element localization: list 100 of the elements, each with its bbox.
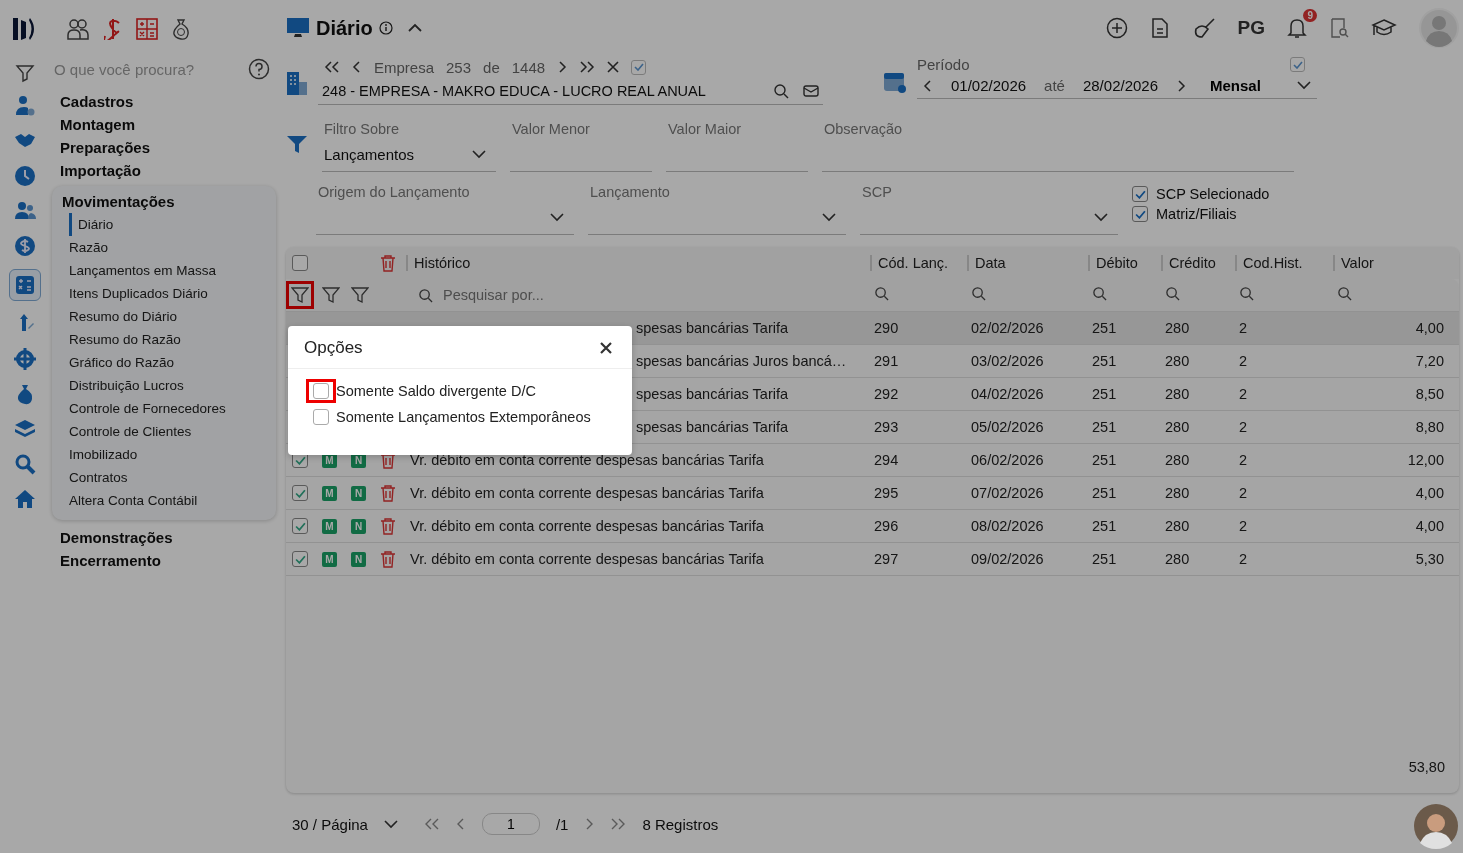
dollar-icon[interactable] (13, 234, 37, 258)
next-icon[interactable] (557, 61, 568, 73)
search-field[interactable]: O que você procura? (50, 58, 248, 80)
mail-icon[interactable] (803, 84, 819, 98)
chevron-down-icon[interactable] (822, 212, 836, 222)
filter-icon[interactable] (15, 63, 35, 83)
checkbox[interactable] (292, 551, 308, 567)
chevron-up-icon[interactable] (406, 23, 423, 33)
previous-icon[interactable] (923, 79, 933, 92)
gear-icon[interactable] (13, 347, 37, 371)
close-icon[interactable] (607, 61, 620, 73)
previous-icon[interactable] (352, 61, 362, 73)
info-icon[interactable] (378, 21, 393, 35)
search-icon[interactable] (418, 287, 433, 303)
search-icon[interactable] (1092, 285, 1107, 301)
input-field[interactable]: Valor Maior (666, 119, 808, 172)
next-page-icon[interactable] (584, 818, 595, 830)
select-field[interactable]: Filtro Sobre Lançamentos (322, 119, 496, 172)
table-row[interactable]: M N Vr. débito em conta corrente despesas bancárias Tarifa 297 09/02/2026 251 280 2 5,30 (286, 543, 1459, 576)
period-mode-select[interactable]: Mensal (1210, 77, 1279, 94)
help-icon[interactable] (248, 58, 270, 80)
menu-item[interactable]: Preparações (50, 136, 151, 159)
chevron-down-icon[interactable] (383, 819, 398, 829)
input-field[interactable]: Observação (822, 119, 1294, 172)
checkbox[interactable] (313, 409, 329, 425)
search-icon[interactable] (1239, 285, 1254, 301)
page-size-select[interactable]: 30 / Página (292, 815, 368, 833)
document-icon[interactable] (1149, 17, 1170, 39)
column-header[interactable]: Débito (1088, 255, 1161, 271)
column-header[interactable]: Crédito (1161, 255, 1235, 271)
search-icon[interactable] (13, 452, 37, 476)
checkbox[interactable] (292, 255, 308, 271)
checkbox[interactable] (1132, 206, 1148, 222)
submenu-item[interactable]: Altera Conta Contábil (60, 489, 206, 512)
chevron-down-icon[interactable] (472, 149, 486, 159)
column-header[interactable]: Valor (1333, 255, 1450, 271)
shortcut-label[interactable]: PG (1237, 17, 1265, 39)
submenu-item[interactable]: Controle de Clientes (60, 420, 200, 443)
menu-item[interactable]: Movimentações (60, 190, 175, 213)
start-date[interactable]: 01/02/2026 (951, 77, 1027, 94)
document-search-icon[interactable] (1329, 17, 1349, 39)
chevron-down-icon[interactable] (550, 212, 564, 222)
submenu-item[interactable]: Lançamentos em Massa (60, 259, 225, 282)
input-field[interactable]: Valor Menor (510, 119, 652, 172)
company-field[interactable]: 248 - EMPRESA - MAKRO EDUCA - LUCRO REAL ANUAL (318, 78, 823, 105)
chevron-down-icon[interactable] (1297, 81, 1311, 90)
next-icon[interactable] (1176, 79, 1186, 92)
table-row[interactable]: M N Vr. débito em conta corrente despesas bancárias Tarifa 296 08/02/2026 251 280 2 4,00 (286, 510, 1459, 543)
submenu-item[interactable]: Resumo do Razão (60, 328, 189, 351)
column-header[interactable]: Data (967, 255, 1088, 271)
filter-icon[interactable] (286, 281, 314, 309)
last-icon[interactable] (579, 61, 596, 73)
search-field[interactable]: Pesquisar por... (441, 286, 745, 304)
filter-icon[interactable] (351, 286, 369, 304)
chevron-down-icon[interactable] (1094, 212, 1108, 222)
submenu-item[interactable]: Gráfico do Razão (60, 351, 183, 374)
column-header[interactable]: Cód. Lanç. (870, 255, 967, 271)
filter-icon[interactable] (322, 286, 340, 304)
select-field[interactable]: SCP (860, 182, 1118, 235)
submenu-item[interactable]: Controle de Fornecedores (60, 397, 234, 420)
checkbox[interactable] (292, 518, 308, 534)
avatar[interactable] (1413, 803, 1459, 849)
column-header[interactable]: Cod.Hist. (1235, 255, 1333, 271)
submenu-item[interactable]: Itens Duplicados Diário (60, 282, 216, 305)
people-icon[interactable] (66, 18, 90, 40)
column-header[interactable]: Histórico (406, 255, 870, 271)
first-icon[interactable] (324, 61, 340, 73)
select-field[interactable]: Lançamento (588, 182, 846, 235)
submenu-item[interactable]: Razão (60, 236, 117, 259)
search-icon[interactable] (1165, 285, 1180, 301)
menu-item[interactable]: Cadastros (50, 90, 134, 113)
add-icon[interactable] (1105, 17, 1128, 39)
checkbox[interactable] (1132, 186, 1148, 202)
search-icon[interactable] (773, 83, 789, 99)
last-page-icon[interactable] (610, 818, 627, 830)
calculator-icon[interactable] (136, 18, 158, 40)
previous-page-icon[interactable] (455, 818, 466, 830)
menu-item[interactable]: Demonstrações (50, 526, 173, 549)
table-row[interactable]: M N Vr. débito em conta corrente despesas bancárias Tarifa 295 07/02/2026 251 280 2 4,00 (286, 477, 1459, 510)
submenu-item[interactable]: Diário (69, 213, 122, 236)
menu-item[interactable]: Encerramento (50, 549, 161, 572)
calculator-icon[interactable] (9, 269, 41, 301)
search-icon[interactable] (1337, 285, 1352, 301)
submenu-item[interactable]: Imobilizado (60, 443, 146, 466)
bell-icon[interactable] (1287, 17, 1307, 39)
dollar-icon[interactable] (104, 18, 122, 40)
page-input[interactable]: 1 (481, 813, 540, 835)
end-date[interactable]: 28/02/2026 (1082, 77, 1158, 94)
clock-icon[interactable] (13, 164, 37, 188)
search-icon[interactable] (971, 285, 986, 301)
menu-item[interactable]: Montagem (50, 113, 135, 136)
home-icon[interactable] (13, 487, 37, 511)
first-page-icon[interactable] (423, 818, 440, 830)
checkbox[interactable] (631, 59, 647, 75)
search-icon[interactable] (874, 285, 889, 301)
checkbox[interactable] (292, 485, 308, 501)
submenu-item[interactable]: Contratos (60, 466, 136, 489)
submenu-item[interactable]: Resumo do Diário (60, 305, 186, 328)
close-icon[interactable] (600, 342, 612, 354)
checkbox[interactable] (1290, 57, 1305, 72)
